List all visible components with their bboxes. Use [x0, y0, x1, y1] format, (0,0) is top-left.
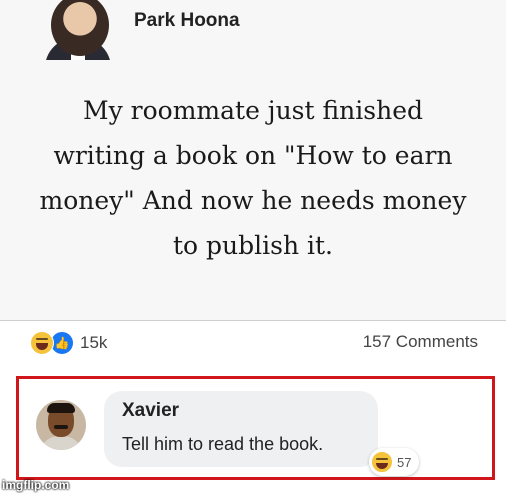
- post-card: Park Hoona My roommate just finished wri…: [0, 0, 506, 320]
- comment-text: Tell him to read the book.: [122, 434, 324, 454]
- post-text: My roommate just finished writing a book…: [0, 88, 506, 268]
- post-author-name[interactable]: Park Hoona: [134, 10, 240, 32]
- comments-count-link[interactable]: 157 Comments: [363, 332, 478, 352]
- haha-icon: [371, 451, 393, 473]
- author-avatar[interactable]: [43, 0, 113, 60]
- divider: [0, 320, 506, 321]
- post-text-line: writing a book on "How to earn: [53, 141, 453, 170]
- post-text-line: money" And now he needs money: [39, 186, 467, 215]
- reaction-count: 15k: [80, 333, 108, 352]
- haha-icon: [30, 331, 54, 355]
- post-text-line: My roommate just finished: [82, 96, 423, 125]
- comment-reactions[interactable]: 57: [369, 448, 420, 476]
- post-text-line: to publish it.: [172, 231, 333, 260]
- comment-reaction-count: 57: [397, 454, 412, 470]
- post-reactions[interactable]: 👍 15k: [30, 331, 107, 355]
- commenter-avatar[interactable]: [36, 400, 86, 450]
- watermark: imgflip.com: [2, 478, 70, 492]
- commenter-name[interactable]: Xavier: [122, 400, 179, 422]
